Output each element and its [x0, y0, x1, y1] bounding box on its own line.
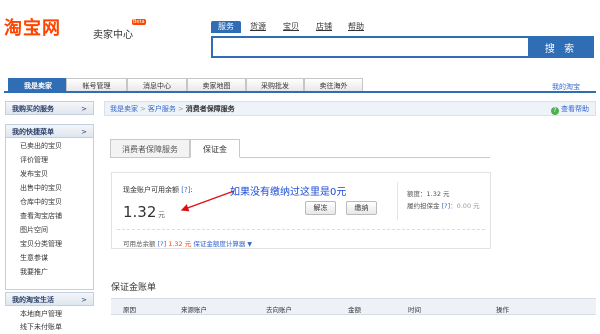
breadcrumb-item-customer-service[interactable]: 客户服务 [148, 105, 176, 113]
nav-tab-wholesale[interactable]: 采购批发 [246, 78, 304, 92]
tab-consumer-protection[interactable]: 消费者保障服务 [110, 139, 190, 158]
sidebar-section-label: 我购买的服务 [12, 105, 54, 113]
panel-vertical-divider [397, 182, 398, 220]
search-input[interactable] [211, 36, 528, 58]
quota-value: 1.32 元 [426, 190, 450, 198]
sidebar-item-reviews[interactable]: 评价管理 [20, 154, 48, 167]
panel-dashed-divider [117, 229, 485, 230]
view-help-link[interactable]: ? 查看帮助 [551, 102, 589, 117]
annotation-note: 如果没有缴纳过这里是0元 [230, 187, 347, 198]
nav-tab-seller-map[interactable]: 卖家地图 [187, 78, 246, 92]
search-tab-supply[interactable]: 货源 [250, 21, 266, 33]
available-balance-amount: 1.32 [123, 203, 157, 221]
breadcrumb-separator: > [177, 105, 184, 113]
sidebar-item-promote[interactable]: 我要推广 [20, 266, 48, 279]
search-button[interactable]: 搜 索 [528, 36, 594, 58]
chevron-right-icon: > [81, 105, 87, 113]
seller-center-title: 卖家中心 [93, 30, 133, 41]
beta-badge: Beta [132, 19, 146, 25]
search-tab-shop[interactable]: 店铺 [316, 21, 332, 33]
sidebar-item-publish[interactable]: 发布宝贝 [20, 168, 48, 181]
sidebar-item-on-sale[interactable]: 出售中的宝贝 [20, 182, 62, 195]
ledger-col-source: 来源账户 [181, 306, 207, 314]
tab-deposit[interactable]: 保证金 [190, 139, 240, 158]
caret-down-icon[interactable]: ▼ [247, 241, 252, 248]
nav-tab-overseas[interactable]: 卖往海外 [304, 78, 363, 92]
nav-tab-seller[interactable]: 我是卖家 [8, 78, 68, 92]
deposit-calculator-link[interactable]: 保证金额度计算器 [193, 240, 245, 248]
breadcrumb: 我是卖家 > 客户服务 > 消费者保障服务 ? 查看帮助 [104, 101, 596, 116]
nav-tab-account[interactable]: 帐号管理 [66, 78, 127, 92]
nav-divider [4, 91, 596, 93]
sidebar-section-taobao-life[interactable]: 我的淘宝生活 > [5, 292, 94, 306]
quota-label: 额度： [407, 190, 427, 198]
unfreeze-button[interactable]: 解冻 [305, 201, 336, 215]
sidebar-item-local-merchant[interactable]: 本地商户管理 [20, 308, 62, 321]
breadcrumb-current: 消费者保障服务 [185, 105, 235, 113]
fulfill-guarantee-info: 履约担保金 [?]：0.00 元 [407, 200, 480, 210]
sidebar-item-sold[interactable]: 已卖出的宝贝 [20, 140, 62, 153]
sidebar-section-label: 我的淘宝生活 [12, 296, 54, 304]
amount-unit: 元 [158, 211, 165, 219]
breadcrumb-separator: > [140, 105, 146, 113]
available-balance-text: 现金账户可用余额 [123, 186, 179, 194]
help-icon: ? [551, 107, 559, 115]
view-help-label: 查看帮助 [561, 105, 589, 113]
breadcrumb-item-seller[interactable]: 我是卖家 [110, 105, 138, 113]
nav-tab-messages[interactable]: 消息中心 [127, 78, 187, 92]
total-balance-label: 可用总余额 [123, 240, 156, 248]
total-balance-help-link[interactable]: [?] [158, 240, 167, 248]
annotation-arrow-icon [180, 190, 235, 212]
total-balance-line: 可用总余额 [?] 1.32 元 保证金额度计算器 ▼ [123, 238, 252, 248]
ledger-col-destination: 去向账户 [266, 306, 292, 314]
fulfill-guarantee-help-link[interactable]: [?] [442, 202, 451, 210]
pay-button[interactable]: 缴纳 [346, 201, 377, 215]
search-tab-item[interactable]: 宝贝 [283, 21, 299, 33]
ledger-col-reason: 原因 [123, 306, 136, 314]
sidebar-item-image-space[interactable]: 图片空间 [20, 224, 48, 237]
quota-info: 额度：1.32 元 [407, 188, 450, 198]
sidebar-section-purchased-services[interactable]: 我购买的服务 > [5, 101, 94, 115]
search-tab-service[interactable]: 服务 [211, 21, 241, 33]
taobao-logo[interactable]: 淘宝网 [4, 14, 61, 40]
ledger-col-time: 时间 [408, 306, 421, 314]
sidebar-item-view-shop[interactable]: 查看淘宝店铺 [20, 210, 62, 223]
fulfill-guarantee-value: ：0.00 元 [450, 202, 480, 210]
fulfill-guarantee-label: 履约担保金 [407, 202, 440, 210]
sidebar-item-category[interactable]: 宝贝分类管理 [20, 238, 62, 251]
ledger-col-actions: 操作 [496, 306, 509, 314]
deposit-ledger-title: 保证金账单 [111, 283, 157, 293]
sidebar-item-offline-bills[interactable]: 线下未付账单 [20, 321, 62, 334]
total-balance-value: 1.32 元 [168, 240, 192, 248]
sidebar-item-business-advisor[interactable]: 生意参谋 [20, 252, 48, 265]
chevron-right-icon: > [81, 296, 87, 304]
tab-baseline [240, 157, 490, 158]
ledger-col-amount: 金额 [348, 306, 361, 314]
sidebar-item-warehouse[interactable]: 仓库中的宝贝 [20, 196, 62, 209]
search-tab-help[interactable]: 帮助 [348, 21, 364, 33]
